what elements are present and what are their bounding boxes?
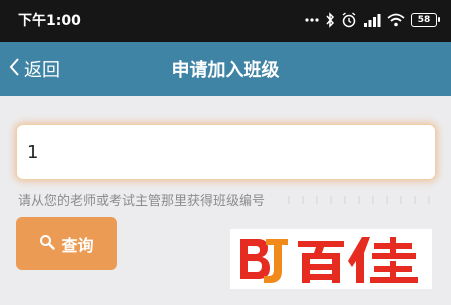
status-bar: 下午1:00 58 bbox=[0, 0, 451, 42]
watermark-text: 百佳 bbox=[236, 231, 238, 232]
page-title: 申请加入班级 bbox=[171, 60, 280, 81]
watermark-logo: 百佳 bbox=[230, 229, 432, 289]
wifi-icon bbox=[387, 13, 405, 27]
status-icons: 58 bbox=[305, 10, 440, 30]
dots-icon bbox=[305, 17, 319, 23]
hint-fade bbox=[288, 196, 438, 204]
signal-icon bbox=[363, 12, 381, 28]
search-icon bbox=[39, 234, 56, 254]
status-time: 下午1:00 bbox=[18, 13, 81, 29]
bluetooth-icon bbox=[325, 12, 335, 28]
hint-text: 请从您的老师或考试主管那里获得班级编号 bbox=[18, 194, 266, 209]
nav-bar: 返回 申请加入班级 bbox=[0, 42, 451, 96]
alarm-icon bbox=[341, 12, 357, 28]
search-label: 查询 bbox=[61, 235, 94, 255]
battery-icon: 58 bbox=[411, 13, 440, 27]
class-code-input[interactable] bbox=[16, 124, 436, 180]
search-button[interactable]: 查询 bbox=[16, 217, 117, 270]
